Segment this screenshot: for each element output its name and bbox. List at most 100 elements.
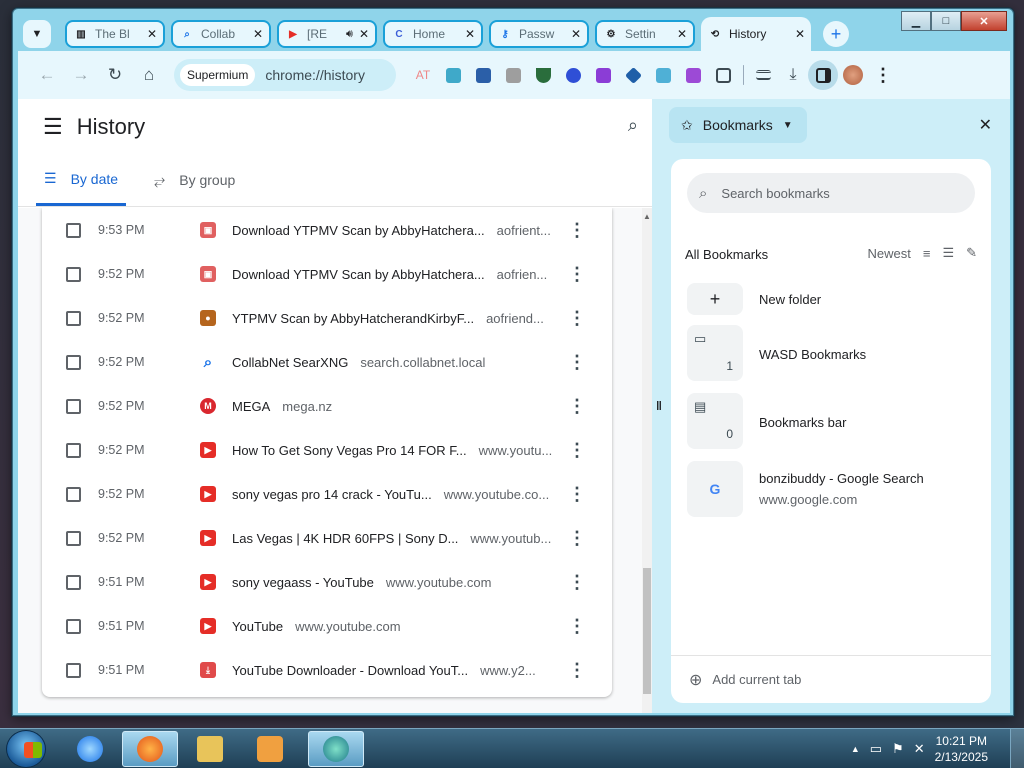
scrollbar[interactable]: ▲ [642, 208, 652, 713]
tab-3[interactable]: C Home ✕ [383, 20, 483, 48]
row-menu-icon[interactable]: ⋮ [568, 528, 586, 549]
history-row[interactable]: 9:52 PM ● YTPMV Scan by AbbyHatcherandKirb… [42, 296, 612, 340]
page-link[interactable]: Download YTPMV Scan by AbbyHatchera... ao… [232, 267, 547, 282]
page-link[interactable]: sony vegaass - YouTube www.youtube.com [232, 575, 491, 590]
history-row[interactable]: 9:51 PM ▶ YouTube www.youtube.com ⋮ [42, 604, 612, 648]
row-menu-icon[interactable]: ⋮ [568, 220, 586, 241]
history-row[interactable]: 9:52 PM ▶ How To Get Sony Vegas Pro 14 FOR… [42, 428, 612, 472]
taskbar-explorer[interactable] [182, 731, 238, 767]
tab-search-dropdown[interactable]: ▼ [23, 20, 51, 48]
tab-2[interactable]: ▶ [RE 🔊︎ ✕ [277, 20, 377, 48]
bookmarks-header[interactable]: ✩ Bookmarks ▼ [669, 107, 807, 143]
close-tab-icon[interactable]: ✕ [147, 27, 157, 41]
tab-1[interactable]: ⌕ Collab ✕ [171, 20, 271, 48]
row-menu-icon[interactable]: ⋮ [568, 440, 586, 461]
ext-note-icon[interactable] [588, 60, 618, 90]
ext-picture-icon[interactable] [498, 60, 528, 90]
address-bar[interactable]: Supermium chrome://history [174, 59, 396, 91]
history-row[interactable]: 9:53 PM ▣ Download YTPMV Scan by AbbyHatch… [42, 208, 612, 252]
page-link[interactable]: MEGA mega.nz [232, 399, 332, 414]
tab-by-date[interactable]: ☰ By date [36, 154, 127, 206]
close-tab-icon[interactable]: ✕ [795, 27, 805, 41]
row-checkbox[interactable] [66, 222, 81, 238]
ext-cloud-icon[interactable] [438, 60, 468, 90]
history-row[interactable]: 9:51 PM ⤓ YouTube Downloader - Download Yo… [42, 648, 612, 692]
page-link[interactable]: CollabNet SearXNG search.collabnet.local [232, 355, 485, 370]
scrollbar-thumb[interactable] [643, 568, 651, 694]
hamburger-menu-icon[interactable]: ☰ [43, 114, 63, 140]
tab-by-group[interactable]: ⥂ By group [146, 154, 243, 206]
bookmark-item[interactable]: G bonzibuddy - Google Search www.google.… [687, 461, 977, 517]
new-folder-button[interactable]: + New folder [687, 283, 977, 315]
download-icon[interactable]: ⤓ [778, 60, 808, 90]
row-checkbox[interactable] [66, 354, 81, 370]
media-control-icon[interactable] [748, 60, 778, 90]
tab-6[interactable]: ⟲ History ✕ [701, 17, 811, 51]
extensions-puzzle-icon[interactable] [708, 60, 738, 90]
row-menu-icon[interactable]: ⋮ [568, 396, 586, 417]
row-checkbox[interactable] [66, 662, 81, 678]
forward-button[interactable]: → [64, 58, 98, 92]
show-desktop-button[interactable] [1010, 729, 1024, 768]
row-checkbox[interactable] [66, 442, 81, 458]
tab-0[interactable]: ▥ The Bl ✕ [65, 20, 165, 48]
reload-button[interactable]: ↻ [98, 58, 132, 92]
edit-pencil-icon[interactable]: ✎ [966, 245, 977, 261]
bookmark-item[interactable]: ▤ 0 Bookmarks bar [687, 393, 977, 449]
start-button[interactable] [6, 730, 46, 768]
row-menu-icon[interactable]: ⋮ [568, 660, 586, 681]
history-row[interactable]: 9:51 PM ▶ sony vegaass - YouTube www.youtub… [42, 560, 612, 604]
page-link[interactable]: YouTube Downloader - Download YouT... www… [232, 663, 536, 678]
search-bookmarks-input[interactable] [721, 185, 942, 201]
history-row[interactable]: 9:52 PM M MEGA mega.nz ⋮ [42, 384, 612, 428]
new-tab-button[interactable]: + [823, 21, 849, 47]
close-tab-icon[interactable]: ✕ [359, 27, 369, 41]
row-checkbox[interactable] [66, 398, 81, 414]
sort-button[interactable]: Newest [867, 246, 910, 261]
ext-shield-icon[interactable] [528, 60, 558, 90]
page-link[interactable]: How To Get Sony Vegas Pro 14 FOR F... www… [232, 443, 552, 458]
ext-zm-icon[interactable] [558, 60, 588, 90]
view-list-icon[interactable]: ☰ [942, 245, 954, 261]
minimize-button[interactable]: ▁ [901, 11, 931, 31]
row-menu-icon[interactable]: ⋮ [568, 572, 586, 593]
tray-expand-icon[interactable]: ▲ [851, 744, 860, 754]
ext-at-icon[interactable]: AT [408, 60, 438, 90]
bookmark-item[interactable]: ▭ 1 WASD Bookmarks [687, 325, 977, 381]
back-button[interactable]: ← [30, 58, 64, 92]
page-link[interactable]: sony vegas pro 14 crack - YouTu... www.yo… [232, 487, 549, 502]
taskbar-firefox[interactable] [122, 731, 178, 767]
row-menu-icon[interactable]: ⋮ [568, 308, 586, 329]
history-row[interactable]: 9:52 PM ▣ Download YTPMV Scan by AbbyHatch… [42, 252, 612, 296]
ext-rw-icon[interactable] [678, 60, 708, 90]
close-tab-icon[interactable]: ✕ [253, 27, 263, 41]
clock[interactable]: 10:21 PM 2/13/2025 [935, 733, 988, 765]
bookmarks-search[interactable]: ⌕ [687, 173, 975, 213]
close-icon[interactable]: ✕ [979, 115, 992, 135]
site-chip[interactable]: Supermium [180, 64, 256, 86]
row-checkbox[interactable] [66, 310, 81, 326]
page-link[interactable]: Las Vegas | 4K HDR 60FPS | Sony D... www.… [232, 531, 551, 546]
speaker-icon[interactable]: 🔊︎ [346, 28, 353, 41]
taskbar-supermium[interactable] [308, 731, 364, 767]
tab-5[interactable]: ⚙ Settin ✕ [595, 20, 695, 48]
side-panel-resize-handle[interactable]: ‖ [652, 99, 666, 713]
close-window-button[interactable]: ✕ [961, 11, 1007, 31]
row-menu-icon[interactable]: ⋮ [568, 616, 586, 637]
volume-muted-icon[interactable]: ✕ [914, 741, 925, 757]
url-text[interactable]: chrome://history [265, 67, 365, 83]
side-panel-icon[interactable] [808, 60, 838, 90]
ext-cloud2-icon[interactable] [648, 60, 678, 90]
page-link[interactable]: YouTube www.youtube.com [232, 619, 401, 634]
row-checkbox[interactable] [66, 618, 81, 634]
add-current-tab-button[interactable]: ⊕ Add current tab [671, 655, 991, 703]
row-menu-icon[interactable]: ⋮ [568, 484, 586, 505]
scroll-up-icon[interactable]: ▲ [643, 212, 651, 221]
row-menu-icon[interactable]: ⋮ [568, 264, 586, 285]
network-icon[interactable]: ▭ [870, 741, 882, 757]
page-link[interactable]: Download YTPMV Scan by AbbyHatchera... ao… [232, 223, 551, 238]
maximize-button[interactable]: □ [931, 11, 961, 31]
row-checkbox[interactable] [66, 266, 81, 282]
menu-kebab-icon[interactable]: ⋮ [868, 60, 898, 90]
tab-4[interactable]: ⚷ Passw ✕ [489, 20, 589, 48]
